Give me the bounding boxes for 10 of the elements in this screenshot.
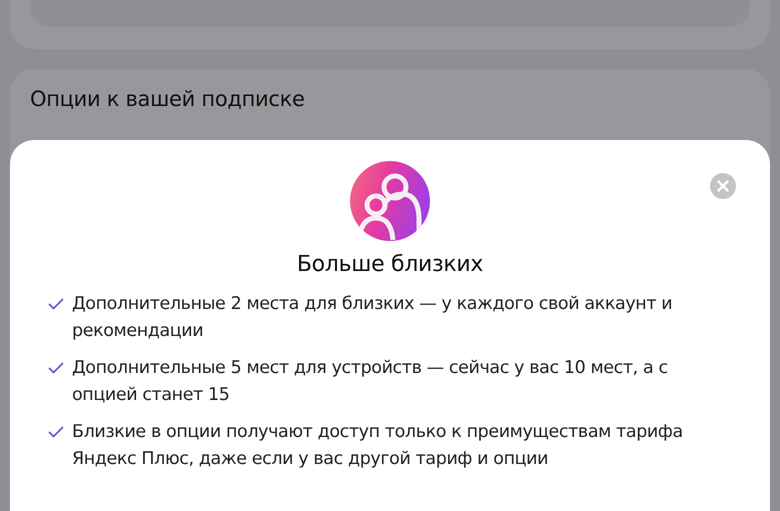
feature-text: Близкие в опции получают доступ только к преимуществам тарифа Яндекс Плюс, даже если у вас другой тариф и опции <box>72 421 684 471</box>
people-icon <box>349 160 431 242</box>
close-icon[interactable] <box>710 173 736 199</box>
feature-text: Дополнительные 2 места для близких — у каждого свой аккаунт и рекомендации <box>72 293 674 343</box>
section-title: Опции к вашей подписке <box>30 87 306 111</box>
check-icon <box>48 298 64 310</box>
check-icon <box>48 362 64 374</box>
check-icon <box>48 426 64 438</box>
feature-text: Дополнительные 5 мест для устройств — сейчас у вас 10 мест, а с опцией станет 15 <box>72 357 669 407</box>
modal-title: Больше близких <box>296 252 484 277</box>
